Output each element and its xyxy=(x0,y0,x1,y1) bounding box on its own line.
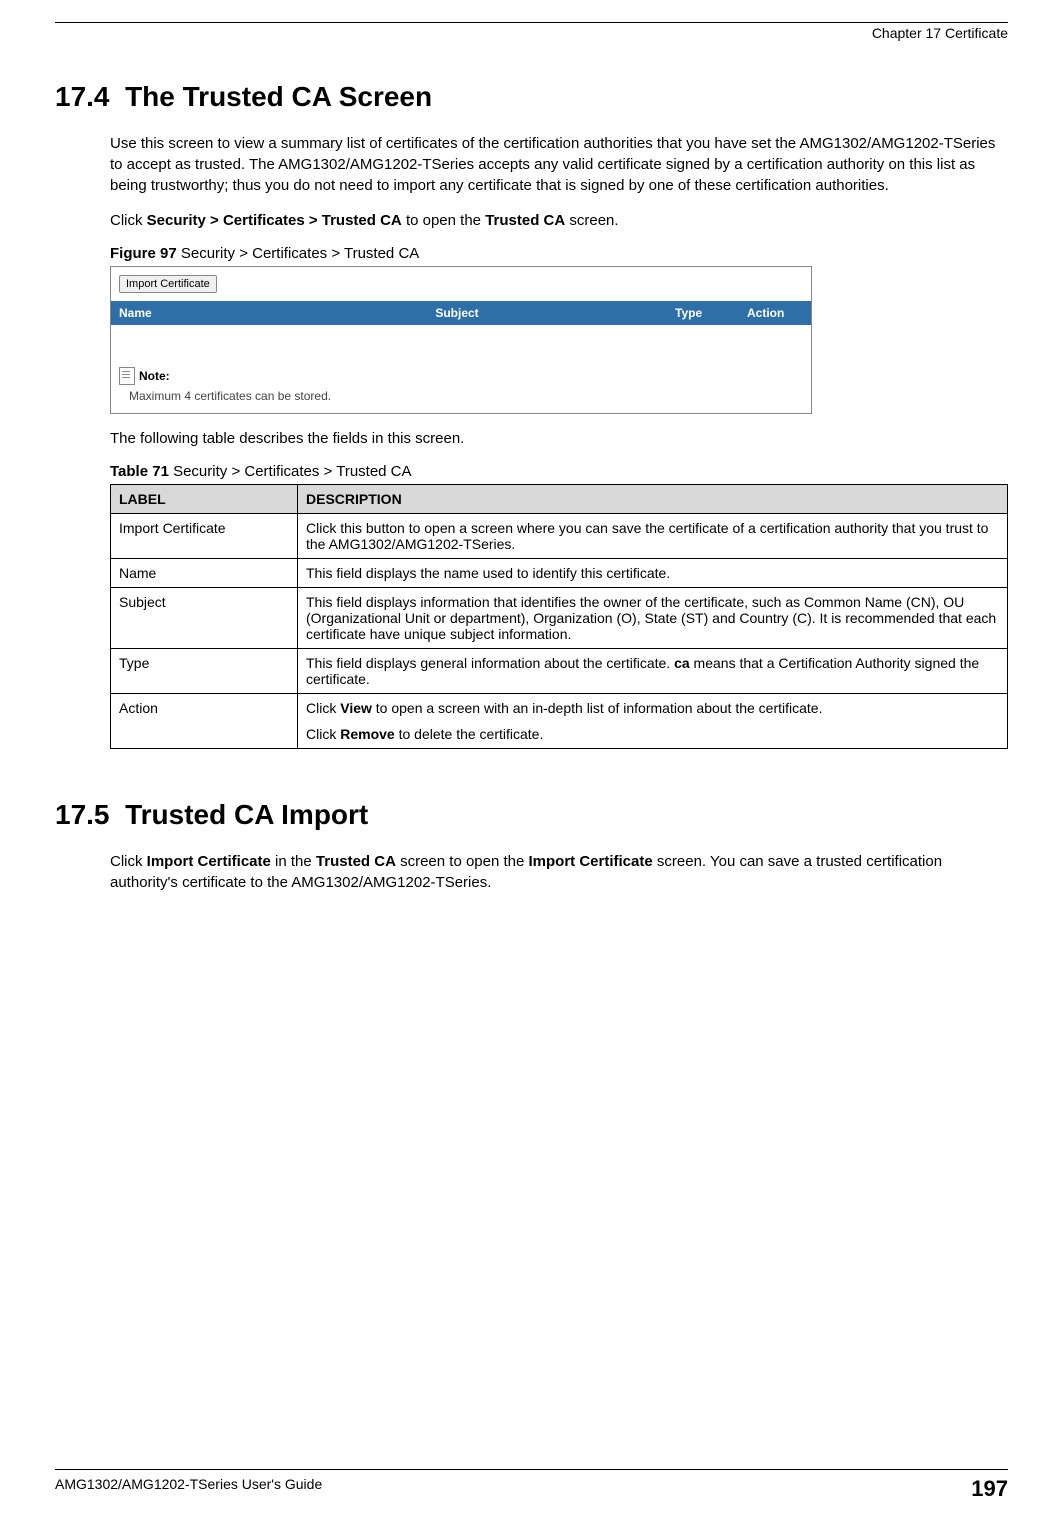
note-row: Note: xyxy=(111,357,811,387)
note-text: Maximum 4 certificates can be stored. xyxy=(111,387,811,413)
col-type: Type xyxy=(667,301,739,325)
figure-caption: Figure 97 Security > Certificates > Trus… xyxy=(110,245,1008,262)
table-row: Import Certificate Click this button to … xyxy=(111,514,1008,559)
col-action: Action xyxy=(739,301,811,325)
section-number: 17.5 xyxy=(55,799,110,830)
description-table: LABEL DESCRIPTION Import Certificate Cli… xyxy=(110,484,1008,749)
footer-guide-name: AMG1302/AMG1202-TSeries User's Guide xyxy=(55,1476,322,1502)
table-row: Action Click View to open a screen with … xyxy=(111,694,1008,749)
table-caption: Table 71 Security > Certificates > Trust… xyxy=(110,463,1008,480)
intro-paragraph: Use this screen to view a summary list o… xyxy=(110,133,1008,196)
col-subject: Subject xyxy=(248,301,667,325)
nav-instruction: Click Security > Certificates > Trusted … xyxy=(110,210,1008,231)
section-number: 17.4 xyxy=(55,81,110,112)
chapter-header: Chapter 17 Certificate xyxy=(55,25,1008,41)
import-certificate-button[interactable]: Import Certificate xyxy=(119,275,217,293)
section-17-4-title: 17.4 The Trusted CA Screen xyxy=(55,81,1008,113)
table-row: Subject This field displays information … xyxy=(111,588,1008,649)
table-row: Type This field displays general informa… xyxy=(111,649,1008,694)
trusted-ca-screenshot: Import Certificate Name Subject Type Act… xyxy=(110,266,812,414)
section-heading: The Trusted CA Screen xyxy=(125,81,432,112)
table-row: Name This field displays the name used t… xyxy=(111,559,1008,588)
screenshot-table-header: Name Subject Type Action xyxy=(111,301,811,325)
th-label: LABEL xyxy=(111,485,298,514)
col-name: Name xyxy=(111,301,248,325)
page-footer: AMG1302/AMG1202-TSeries User's Guide 197 xyxy=(55,1469,1008,1502)
table-intro: The following table describes the fields… xyxy=(110,428,1008,449)
page-number: 197 xyxy=(971,1476,1008,1502)
section-17-5-paragraph: Click Import Certificate in the Trusted … xyxy=(110,851,1008,893)
section-heading: Trusted CA Import xyxy=(125,799,368,830)
note-icon xyxy=(119,367,135,385)
th-description: DESCRIPTION xyxy=(298,485,1008,514)
section-17-5-title: 17.5 Trusted CA Import xyxy=(55,799,1008,831)
